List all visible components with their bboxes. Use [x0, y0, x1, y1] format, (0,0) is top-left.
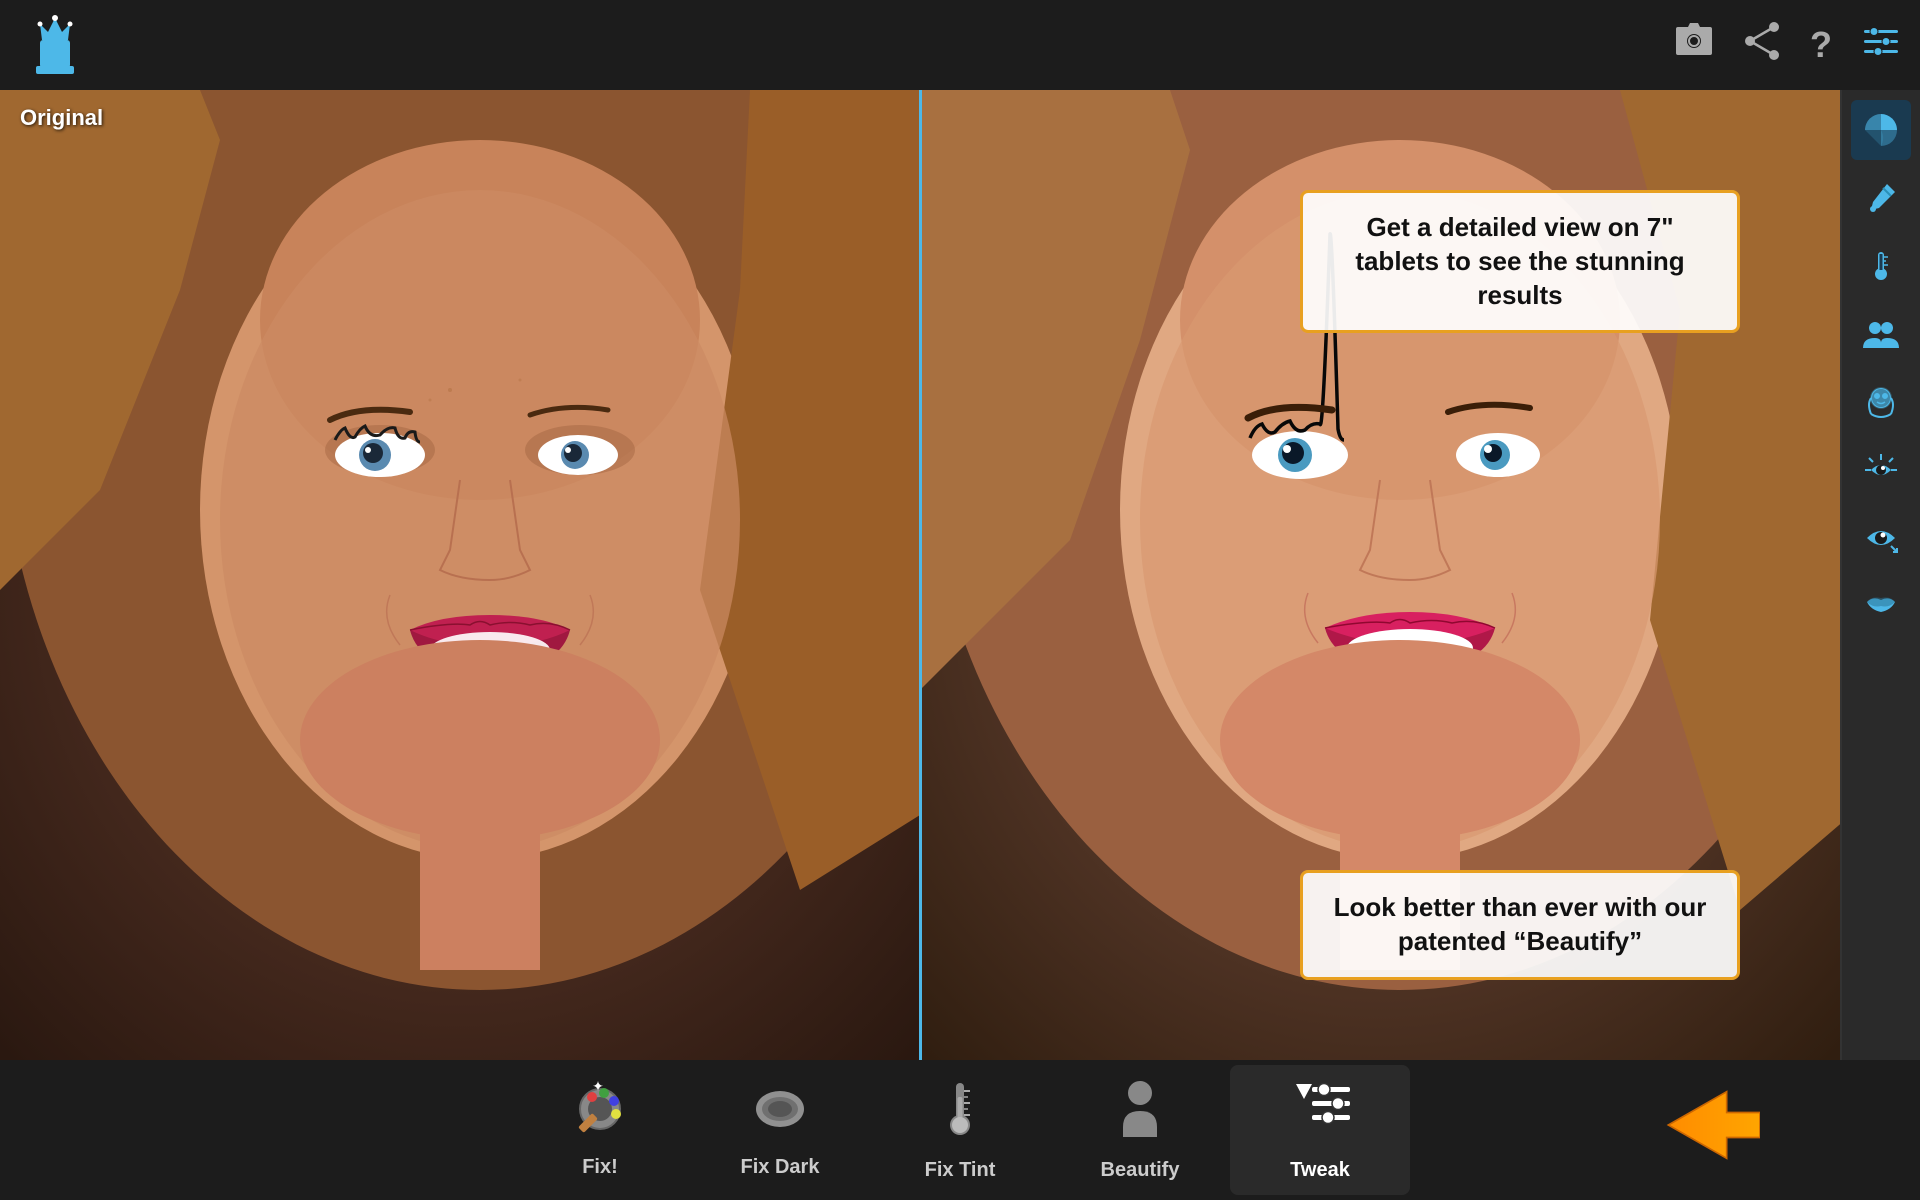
fix-dark-icon-svg — [750, 1081, 810, 1136]
photo-left-original — [0, 90, 920, 1060]
sidebar-palette-btn[interactable] — [1851, 100, 1911, 160]
svg-text:✦: ✦ — [592, 1081, 604, 1094]
topbar: ? — [0, 0, 1920, 90]
fix-dark-tool-btn[interactable]: Fix Dark — [690, 1065, 870, 1195]
tooltip-tablet-detail: Get a detailed view on 7" tablets to see… — [1300, 190, 1740, 333]
fix-dark-icon — [750, 1081, 810, 1148]
beautify-icon-svg — [1113, 1079, 1168, 1139]
app-logo — [20, 10, 90, 80]
fix-dark-label: Fix Dark — [741, 1156, 820, 1179]
thermometer-icon — [1863, 248, 1899, 284]
group-icon — [1863, 316, 1899, 352]
sidebar-face-btn[interactable] — [1851, 372, 1911, 432]
tooltip-bottom-text: Look better than ever with our patented … — [1327, 891, 1713, 959]
palette-icon — [1863, 112, 1899, 148]
fix-icon: ✦ — [570, 1081, 630, 1148]
settings-icon[interactable] — [1862, 22, 1900, 68]
camera-icon[interactable] — [1674, 23, 1714, 67]
original-label: Original — [20, 105, 103, 131]
tweak-icon — [1288, 1079, 1353, 1151]
tweak-label: Tweak — [1290, 1159, 1350, 1182]
tweak-icon-svg — [1288, 1079, 1353, 1139]
fix-label: Fix! — [582, 1156, 618, 1179]
help-icon[interactable]: ? — [1810, 24, 1832, 66]
fix-tint-icon — [940, 1079, 980, 1151]
sidebar-lips-btn[interactable] — [1851, 576, 1911, 636]
topbar-left — [20, 10, 90, 80]
right-sidebar — [1840, 90, 1920, 1060]
tooltip-beautify: Look better than ever with our patented … — [1300, 870, 1740, 980]
tooltip-top-text: Get a detailed view on 7" tablets to see… — [1327, 211, 1713, 312]
sidebar-temperature-btn[interactable] — [1851, 236, 1911, 296]
sidebar-group-btn[interactable] — [1851, 304, 1911, 364]
bottom-toolbar: ✦ Fix! Fix Dark — [0, 1060, 1920, 1200]
beautify-tool-btn[interactable]: Beautify — [1050, 1065, 1230, 1195]
fix-tint-tool-btn[interactable]: Fix Tint — [870, 1065, 1050, 1195]
sidebar-eye-enhance-btn[interactable] — [1851, 440, 1911, 500]
orange-arrow-icon — [1660, 1085, 1760, 1165]
main-photo-area: Original Get a detailed view on 7" table… — [0, 90, 1840, 1060]
bg-left — [0, 90, 920, 1060]
arrow-indicator — [1660, 1085, 1760, 1170]
beautify-icon — [1113, 1079, 1168, 1151]
fix-tint-label: Fix Tint — [925, 1159, 996, 1182]
fix-tint-icon-svg — [940, 1079, 980, 1139]
eye-enhance-icon — [1863, 452, 1899, 488]
share-icon[interactable] — [1744, 21, 1780, 69]
fix-icon-svg: ✦ — [570, 1081, 630, 1136]
lips-icon — [1863, 588, 1899, 624]
sidebar-eye-btn[interactable] — [1851, 508, 1911, 568]
sidebar-dropper-btn[interactable] — [1851, 168, 1911, 228]
face-icon — [1863, 384, 1899, 420]
dropper-icon — [1863, 180, 1899, 216]
eye-icon — [1863, 520, 1899, 556]
divider-line — [919, 90, 922, 1060]
fix-tool-btn[interactable]: ✦ Fix! — [510, 1065, 690, 1195]
beautify-label: Beautify — [1101, 1159, 1180, 1182]
tweak-tool-btn[interactable]: Tweak — [1230, 1065, 1410, 1195]
topbar-right: ? — [1674, 21, 1900, 69]
